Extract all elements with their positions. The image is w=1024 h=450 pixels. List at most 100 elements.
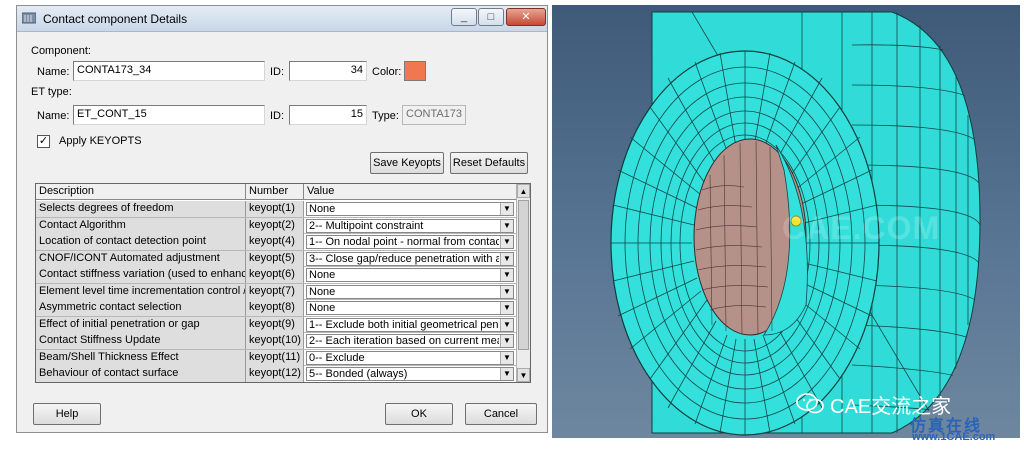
dropdown-arrow-icon[interactable]: ▼ <box>500 318 513 331</box>
ok-button[interactable]: OK <box>385 403 453 425</box>
dropdown-arrow-icon[interactable]: ▼ <box>500 285 513 298</box>
row-description: Behaviour of contact surface <box>36 366 246 382</box>
table-row[interactable]: Contact stiffness variation (used to enh… <box>36 267 516 284</box>
apply-keyopts-label: Apply KEYOPTS <box>59 135 142 147</box>
dropdown-arrow-icon[interactable]: ▼ <box>500 203 513 215</box>
value-selected: None <box>309 285 336 298</box>
header-description[interactable]: Description <box>36 184 246 200</box>
value-dropdown[interactable]: 0-- Exclude ▼ <box>306 350 514 365</box>
value-selected: None <box>309 203 336 215</box>
dropdown-arrow-icon[interactable]: ▼ <box>500 368 513 380</box>
dropdown-arrow-icon[interactable]: ▼ <box>500 335 513 347</box>
dropdown-arrow-icon[interactable]: ▼ <box>500 269 513 281</box>
row-description: Asymmetric contact selection <box>36 300 246 316</box>
value-selected: 5-- Bonded (always) <box>309 368 408 380</box>
row-number: keyopt(8) <box>246 300 304 316</box>
value-dropdown[interactable]: None ▼ <box>306 268 514 282</box>
dropdown-arrow-icon[interactable]: ▼ <box>500 219 513 232</box>
dropdown-arrow-icon[interactable]: ▼ <box>500 252 513 265</box>
table-row[interactable]: Contact Stiffness Update keyopt(10) 2-- … <box>36 333 516 350</box>
reset-defaults-button[interactable]: Reset Defaults <box>450 152 528 174</box>
color-label: Color: <box>372 66 402 78</box>
component-id-field[interactable]: 34 <box>289 61 367 81</box>
value-dropdown[interactable]: 5-- Bonded (always) ▼ <box>306 367 514 381</box>
save-keyopts-button[interactable]: Save Keyopts <box>370 152 444 174</box>
et-name-field[interactable]: ET_CONT_15 <box>73 105 265 125</box>
cancel-button[interactable]: Cancel <box>465 403 537 425</box>
site-url: www.1CAE.com <box>912 431 996 443</box>
value-selected: 3-- Close gap/reduce penetration with au… <box>309 252 499 265</box>
dropdown-arrow-icon[interactable]: ▼ <box>500 351 513 364</box>
value-dropdown[interactable]: 1-- On nodal point - normal from contact… <box>306 235 514 249</box>
table-row[interactable]: Effect of initial penetration or gap key… <box>36 316 516 333</box>
header-value[interactable]: Value <box>304 184 516 200</box>
header-number[interactable]: Number <box>246 184 304 200</box>
color-swatch[interactable] <box>404 61 426 81</box>
table-row[interactable]: Behaviour of contact surface keyopt(12) … <box>36 366 516 383</box>
row-number: keyopt(9) <box>246 316 304 333</box>
maximize-button[interactable]: □ <box>478 8 504 26</box>
window-title: Contact component Details <box>43 12 188 26</box>
row-description: Beam/Shell Thickness Effect <box>36 349 246 366</box>
scroll-down-icon[interactable]: ▼ <box>517 368 530 382</box>
row-description: Element level time incrementation contro… <box>36 283 246 300</box>
scroll-thumb[interactable] <box>518 200 529 350</box>
table-row[interactable]: CNOF/ICONT Automated adjustment keyopt(5… <box>36 250 516 267</box>
dropdown-arrow-icon[interactable]: ▼ <box>500 302 513 314</box>
row-number: keyopt(5) <box>246 250 304 267</box>
help-button[interactable]: Help <box>33 403 101 425</box>
row-number: keyopt(10) <box>246 333 304 349</box>
table-row[interactable]: Selects degrees of freedom keyopt(1) Non… <box>36 201 516 218</box>
type-field: CONTA173 <box>402 105 466 125</box>
row-description: Selects degrees of freedom <box>36 201 246 217</box>
row-description: Contact Stiffness Update <box>36 333 246 349</box>
et-id-label: ID: <box>270 110 285 122</box>
contact-component-dialog: Contact component Details _ □ ✕ Componen… <box>16 5 548 433</box>
value-selected: 0-- Exclude <box>309 351 365 364</box>
wechat-icon <box>796 393 824 414</box>
et-id-field[interactable]: 15 <box>289 105 367 125</box>
value-dropdown[interactable]: None ▼ <box>306 284 514 299</box>
row-number: keyopt(11) <box>246 349 304 366</box>
title-bar[interactable]: Contact component Details _ □ ✕ <box>17 6 547 32</box>
et-type-section-label: ET type: <box>31 86 72 98</box>
app-icon <box>22 12 36 24</box>
value-dropdown[interactable]: 2-- Each iteration based on current mean… <box>306 334 514 348</box>
table-row[interactable]: Contact Algorithm keyopt(2) 2-- Multipoi… <box>36 217 516 234</box>
value-selected: 1-- On nodal point - normal from contact… <box>309 236 499 248</box>
minimize-button[interactable]: _ <box>451 8 477 26</box>
table-header: Description Number Value <box>36 184 516 200</box>
row-description: Contact Algorithm <box>36 217 246 234</box>
value-selected: None <box>309 302 336 314</box>
watermark-text: CAE.COM <box>782 210 941 246</box>
component-name-label: Name: <box>37 66 70 78</box>
row-number: keyopt(2) <box>246 217 304 234</box>
table-row[interactable]: Location of contact detection point keyo… <box>36 234 516 251</box>
row-description: Location of contact detection point <box>36 234 246 250</box>
value-dropdown[interactable]: 2-- Multipoint constraint ▼ <box>306 218 514 233</box>
value-dropdown[interactable]: None ▼ <box>306 301 514 315</box>
dropdown-arrow-icon[interactable]: ▼ <box>500 236 513 248</box>
scroll-up-icon[interactable]: ▲ <box>517 184 530 198</box>
table-scrollbar[interactable]: ▲ ▼ <box>516 184 530 382</box>
value-dropdown[interactable]: 1-- Exclude both initial geometrical pen… <box>306 317 514 332</box>
table-row[interactable]: Beam/Shell Thickness Effect keyopt(11) 0… <box>36 349 516 366</box>
component-id-label: ID: <box>270 66 285 78</box>
value-dropdown[interactable]: 3-- Close gap/reduce penetration with au… <box>306 251 514 266</box>
row-number: keyopt(1) <box>246 201 304 217</box>
row-description: CNOF/ICONT Automated adjustment <box>36 250 246 267</box>
et-name-label: Name: <box>37 110 70 122</box>
row-description: Effect of initial penetration or gap <box>36 316 246 333</box>
table-row[interactable]: Element level time incrementation contro… <box>36 283 516 300</box>
row-number: keyopt(7) <box>246 283 304 300</box>
component-name-field[interactable]: CONTA173_34 <box>73 61 265 81</box>
value-dropdown[interactable]: None ▼ <box>306 202 514 216</box>
model-viewport[interactable]: CAE.COM <box>552 5 1020 438</box>
component-section-label: Component: <box>31 45 91 57</box>
table-row[interactable]: Asymmetric contact selection keyopt(8) N… <box>36 300 516 317</box>
apply-keyopts-checkbox[interactable]: ✓ <box>37 135 50 148</box>
close-button[interactable]: ✕ <box>506 8 546 26</box>
type-label: Type: <box>372 110 399 122</box>
row-description: Contact stiffness variation (used to enh… <box>36 267 246 283</box>
value-selected: 2-- Multipoint constraint <box>309 219 424 232</box>
